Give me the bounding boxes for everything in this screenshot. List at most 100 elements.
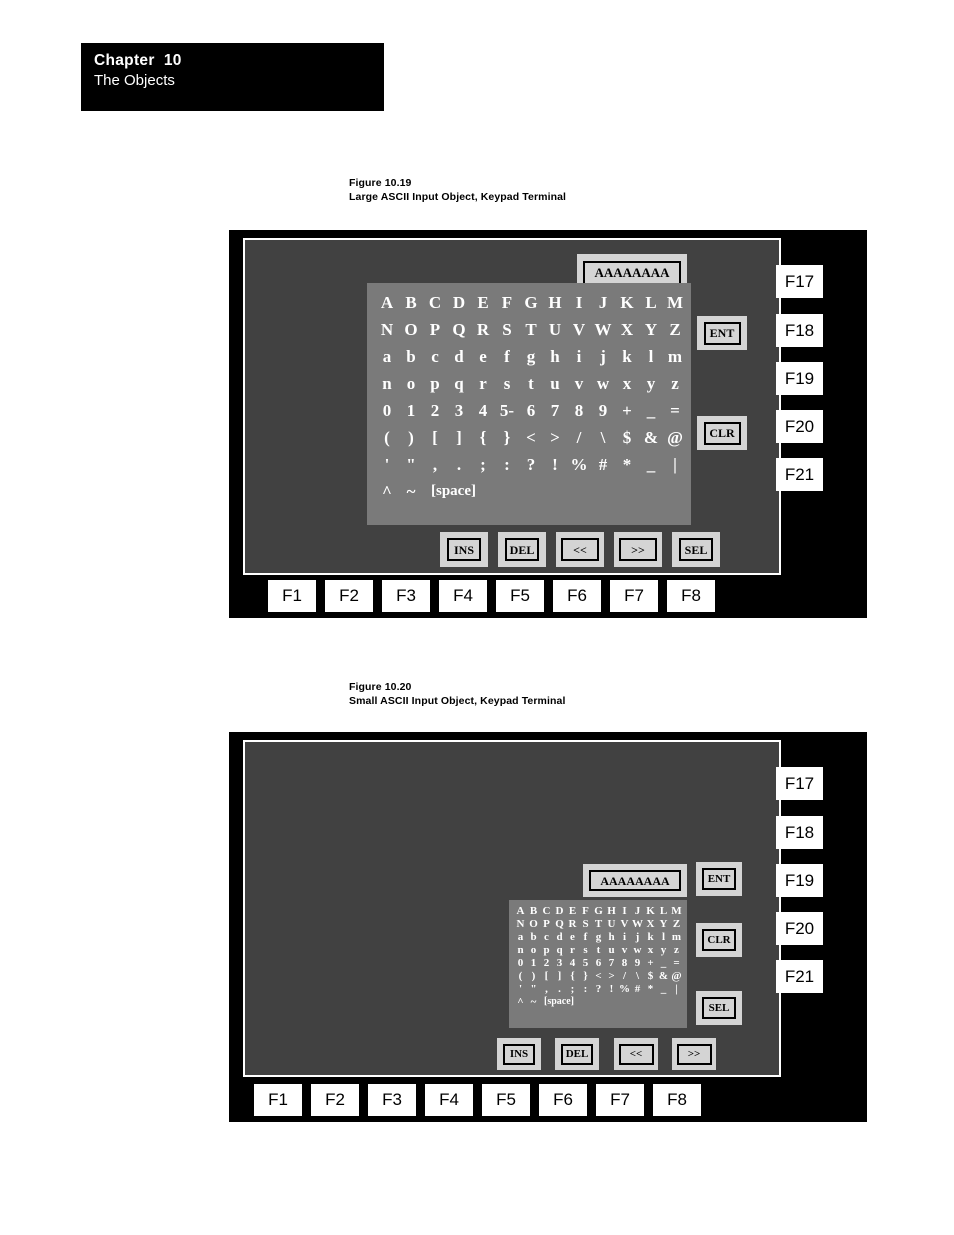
- character-key[interactable]: B: [527, 905, 540, 917]
- character-key[interactable]: v: [567, 374, 591, 394]
- figure-10-19-keypad-panel[interactable]: ABCDEFGHIJKLMNOPQRSTUVWXYZabcdefghijklmn…: [367, 283, 691, 525]
- character-key[interactable]: S: [495, 320, 519, 340]
- character-key[interactable]: F: [579, 905, 592, 917]
- character-key[interactable]: j: [631, 931, 644, 943]
- character-key[interactable]: 9: [591, 401, 615, 421]
- character-key[interactable]: |: [670, 983, 683, 995]
- character-key[interactable]: O: [399, 320, 423, 340]
- figure-10-20-character-grid[interactable]: ABCDEFGHIJKLMNOPQRSTUVWXYZabcdefghijklmn…: [509, 900, 687, 1028]
- character-key[interactable]: M: [663, 293, 687, 313]
- figure-10-20-fkey-f1[interactable]: F1: [254, 1084, 302, 1116]
- character-key[interactable]: p: [423, 374, 447, 394]
- figure-10-19-fkey-f3[interactable]: F3: [382, 580, 430, 612]
- figure-10-19-del-button[interactable]: DEL: [498, 532, 546, 567]
- character-key[interactable]: V: [567, 320, 591, 340]
- character-key[interactable]: 7: [605, 957, 618, 969]
- character-key[interactable]: Q: [447, 320, 471, 340]
- character-key[interactable]: !: [543, 455, 567, 475]
- figure-10-20-fkey-f7[interactable]: F7: [596, 1084, 644, 1116]
- figure-10-19-fkey-f17[interactable]: F17: [776, 265, 823, 298]
- figure-10-19-fkey-f1[interactable]: F1: [268, 580, 316, 612]
- character-key[interactable]: O: [527, 918, 540, 930]
- character-key[interactable]: c: [423, 347, 447, 367]
- character-key[interactable]: C: [423, 293, 447, 313]
- character-key[interactable]: #: [591, 455, 615, 475]
- character-key[interactable]: o: [399, 374, 423, 394]
- character-key[interactable]: T: [519, 320, 543, 340]
- character-key[interactable]: /: [567, 428, 591, 448]
- character-key[interactable]: ]: [447, 428, 471, 448]
- character-key[interactable]: F: [495, 293, 519, 313]
- character-key[interactable]: e: [471, 347, 495, 367]
- character-key[interactable]: !: [605, 983, 618, 995]
- figure-10-19-sel-button[interactable]: SEL: [672, 532, 720, 567]
- character-key[interactable]: +: [615, 401, 639, 421]
- character-key[interactable]: W: [591, 320, 615, 340]
- character-key[interactable]: u: [543, 374, 567, 394]
- character-key[interactable]: ": [527, 983, 540, 995]
- character-key[interactable]: v: [618, 944, 631, 956]
- character-key[interactable]: ^: [375, 482, 399, 502]
- character-key[interactable]: t: [592, 944, 605, 956]
- character-key[interactable]: 0: [514, 957, 527, 969]
- character-key[interactable]: 3: [447, 401, 471, 421]
- character-key[interactable]: ;: [471, 455, 495, 475]
- character-key[interactable]: 2: [423, 401, 447, 421]
- character-key[interactable]: b: [527, 931, 540, 943]
- figure-10-19-fkey-f2[interactable]: F2: [325, 580, 373, 612]
- character-key[interactable]: V: [618, 918, 631, 930]
- character-key[interactable]: r: [566, 944, 579, 956]
- figure-10-19-fkey-f19[interactable]: F19: [776, 362, 823, 395]
- character-key[interactable]: _: [639, 401, 663, 421]
- character-key[interactable]: .: [553, 983, 566, 995]
- character-key[interactable]: T: [592, 918, 605, 930]
- character-key[interactable]: :: [495, 455, 519, 475]
- character-key[interactable]: Z: [670, 918, 683, 930]
- character-key[interactable]: L: [639, 293, 663, 313]
- character-key[interactable]: 4: [566, 957, 579, 969]
- character-key[interactable]: C: [540, 905, 553, 917]
- character-key[interactable]: n: [514, 944, 527, 956]
- character-key[interactable]: ': [514, 983, 527, 995]
- character-key[interactable]: (: [514, 970, 527, 982]
- character-key[interactable]: .: [447, 455, 471, 475]
- figure-10-19-ins-button[interactable]: INS: [440, 532, 488, 567]
- figure-10-20-fkey-f5[interactable]: F5: [482, 1084, 530, 1116]
- figure-10-20-fkey-f8[interactable]: F8: [653, 1084, 701, 1116]
- character-key[interactable]: [: [540, 970, 553, 982]
- character-key[interactable]: 6: [592, 957, 605, 969]
- character-key[interactable]: K: [615, 293, 639, 313]
- figure-10-20-fkey-f19[interactable]: F19: [776, 864, 823, 897]
- character-key[interactable]: D: [447, 293, 471, 313]
- character-key[interactable]: (: [375, 428, 399, 448]
- character-key[interactable]: i: [618, 931, 631, 943]
- figure-10-19-ent-button[interactable]: ENT: [697, 316, 747, 350]
- figure-10-19-fkey-f4[interactable]: F4: [439, 580, 487, 612]
- character-key[interactable]: d: [553, 931, 566, 943]
- figure-10-20-fkey-f6[interactable]: F6: [539, 1084, 587, 1116]
- character-key[interactable]: y: [657, 944, 670, 956]
- figure-10-20-del-button[interactable]: DEL: [555, 1038, 599, 1070]
- character-key[interactable]: H: [605, 905, 618, 917]
- figure-10-19-fkey-f21[interactable]: F21: [776, 458, 823, 491]
- character-key[interactable]: }: [579, 970, 592, 982]
- character-key[interactable]: Q: [553, 918, 566, 930]
- character-key[interactable]: s: [495, 374, 519, 394]
- character-key[interactable]: J: [631, 905, 644, 917]
- character-key[interactable]: H: [543, 293, 567, 313]
- figure-10-19-cursor-left-button[interactable]: <<: [556, 532, 604, 567]
- character-key[interactable]: @: [663, 428, 687, 448]
- character-key[interactable]: D: [553, 905, 566, 917]
- character-key[interactable]: G: [592, 905, 605, 917]
- character-key[interactable]: \: [591, 428, 615, 448]
- character-key[interactable]: ,: [423, 455, 447, 475]
- character-key[interactable]: i: [567, 347, 591, 367]
- character-key[interactable]: 5-: [495, 401, 519, 421]
- character-key[interactable]: ?: [519, 455, 543, 475]
- figure-10-20-ins-button[interactable]: INS: [497, 1038, 541, 1070]
- character-key[interactable]: R: [566, 918, 579, 930]
- character-key[interactable]: X: [615, 320, 639, 340]
- character-key[interactable]: ): [399, 428, 423, 448]
- figure-10-20-clr-button[interactable]: CLR: [696, 923, 742, 957]
- character-key[interactable]: M: [670, 905, 683, 917]
